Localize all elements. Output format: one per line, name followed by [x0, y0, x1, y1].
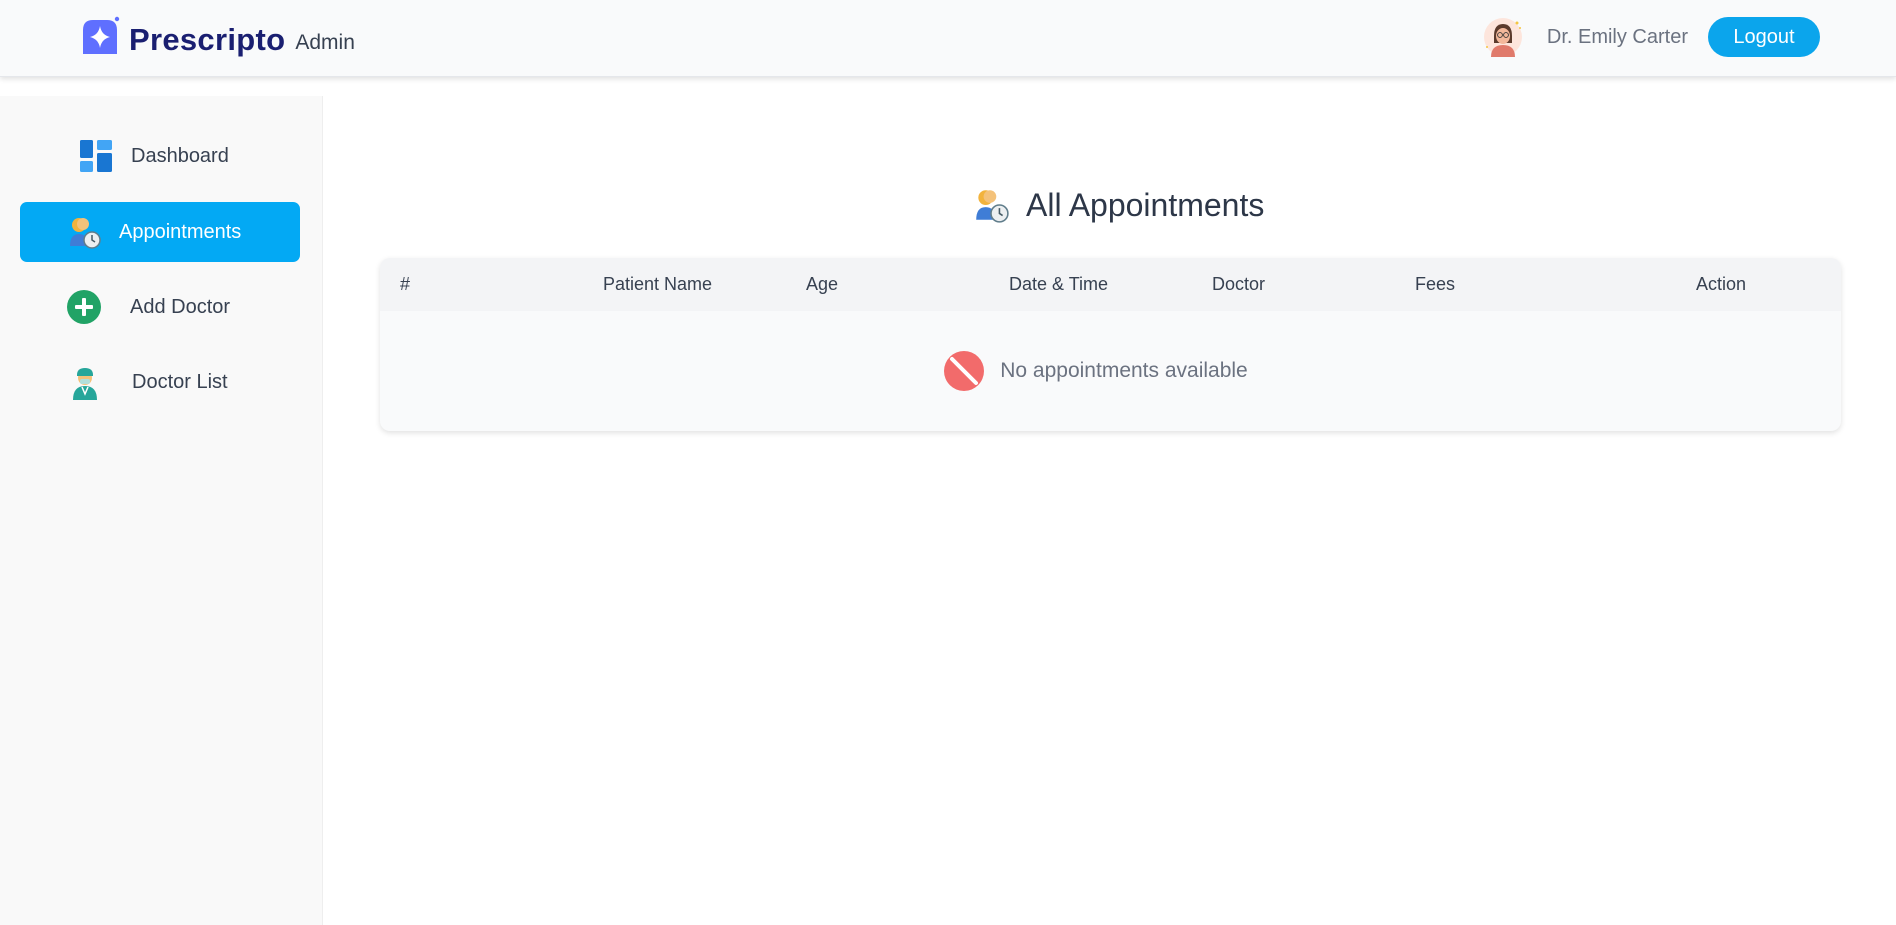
sidebar-item-label: Appointments	[119, 221, 242, 243]
sidebar-item-add-doctor[interactable]: Add Doctor	[20, 277, 300, 337]
empty-state-message: No appointments available	[1000, 359, 1248, 382]
brand-admin-label: Admin	[295, 31, 355, 54]
table-header-row: # Patient Name Age Date & Time Doctor Fe…	[380, 258, 1841, 311]
page-title: All Appointments	[1026, 186, 1265, 223]
doctor-list-icon	[73, 368, 97, 400]
sidebar-item-label: Add Doctor	[130, 296, 231, 318]
sidebar-item-label: Dashboard	[131, 145, 229, 167]
top-header: Prescripto Admin Dr. Emily Carter Logout	[0, 0, 1896, 77]
appointments-table: # Patient Name Age Date & Time Doctor Fe…	[380, 258, 1841, 431]
appointments-icon	[70, 218, 101, 249]
dashboard-icon	[80, 140, 112, 172]
brand[interactable]: Prescripto Admin	[79, 16, 355, 58]
column-header-fees: Fees	[1415, 274, 1456, 294]
sidebar-item-dashboard[interactable]: Dashboard	[20, 126, 300, 186]
user-block: Dr. Emily Carter Logout	[1483, 17, 1820, 57]
logout-button[interactable]: Logout	[1708, 17, 1820, 57]
user-avatar[interactable]	[1483, 17, 1523, 57]
add-doctor-icon	[67, 290, 101, 324]
column-header-doctor: Doctor	[1212, 274, 1266, 294]
brand-name: Prescripto	[129, 22, 286, 57]
sidebar: Dashboard Appointments Add Doctor Doctor…	[0, 96, 323, 925]
appointments-icon	[976, 190, 1009, 223]
prescripto-logo-icon	[83, 16, 120, 54]
sidebar-item-doctor-list[interactable]: Doctor List	[20, 352, 300, 412]
column-header-patient-name: Patient Name	[603, 274, 713, 294]
empty-state-row: No appointments available	[380, 311, 1841, 431]
no-entry-icon	[944, 351, 985, 391]
column-header-age: Age	[806, 274, 839, 294]
page-title-wrap: All Appointments	[972, 186, 1264, 224]
user-name: Dr. Emily Carter	[1546, 25, 1688, 48]
column-header-index: #	[400, 274, 411, 294]
column-header-date-time: Date & Time	[1009, 274, 1109, 294]
sidebar-item-appointments[interactable]: Appointments	[20, 202, 300, 262]
column-header-action: Action	[1696, 274, 1747, 294]
sidebar-item-label: Doctor List	[132, 371, 228, 393]
